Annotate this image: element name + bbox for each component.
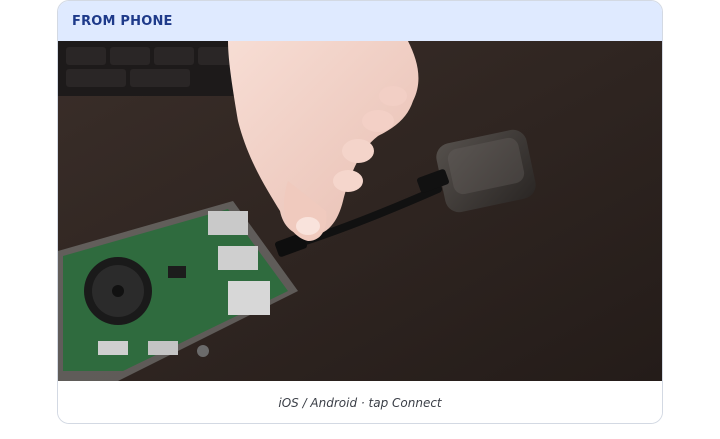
keyboard-shape [58,41,258,96]
card-header: FROM PHONE [58,1,662,41]
caption-text: iOS / Android · tap Connect [278,396,442,410]
instruction-photo [58,41,662,381]
caption-bar: iOS / Android · tap Connect [58,381,662,423]
card-title: FROM PHONE [72,13,173,29]
instruction-card: FROM PHONE iOS / Android · tap Connect [57,0,663,424]
